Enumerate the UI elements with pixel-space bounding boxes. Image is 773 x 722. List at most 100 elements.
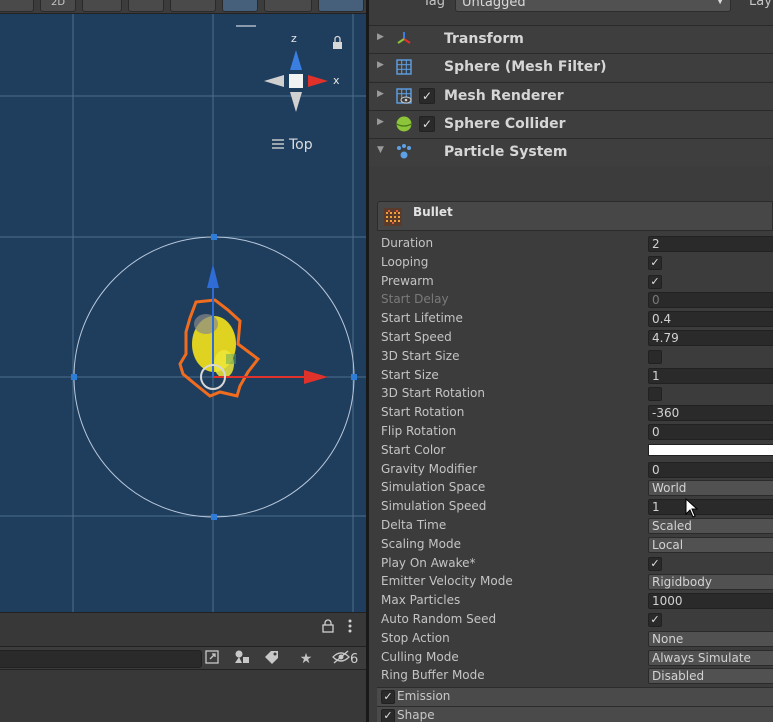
particle-smoke — [194, 314, 218, 334]
duration-field[interactable]: 2 — [648, 236, 773, 252]
y-axis-arrow-head[interactable] — [207, 264, 219, 288]
collider-handle-bottom[interactable] — [211, 514, 217, 520]
play-on-awake-checkbox[interactable]: ✓ — [648, 556, 662, 571]
looping-checkbox[interactable]: ✓ — [648, 255, 662, 270]
property-label: Stop Action — [381, 630, 450, 645]
scaling-mode-dropdown[interactable]: Local — [648, 536, 773, 553]
tag-dropdown[interactable]: Untagged ▼ — [455, 0, 731, 12]
flip-rotation-field[interactable]: 0 — [648, 424, 773, 440]
scene-visibility-button[interactable] — [222, 0, 258, 12]
component-mesh-renderer[interactable]: ▶ ✓ Mesh Renderer — [369, 82, 773, 110]
collider-handle-left[interactable] — [71, 374, 77, 380]
hamburger-icon[interactable] — [272, 139, 284, 149]
property-row-auto-random-seed: Auto Random Seed ✓ — [369, 611, 773, 630]
chevron-down-icon: ▼ — [716, 0, 724, 6]
property-label: Culling Mode — [381, 649, 459, 664]
dropdown-value: Local — [652, 537, 684, 552]
gizmo-neg-x-axis[interactable] — [264, 75, 284, 87]
ring-buffer-mode-dropdown[interactable]: Disabled — [648, 668, 773, 685]
effects-dropdown-button[interactable] — [170, 0, 216, 12]
scene-view: 2D z x Top ★ 6 — [0, 0, 368, 722]
hierarchy-search-bar: ★ 6 — [0, 646, 368, 670]
property-row-ring-buffer-mode: Ring Buffer Mode Disabled — [369, 667, 773, 686]
visibility-hidden-icon[interactable] — [330, 650, 352, 668]
property-label: Flip Rotation — [381, 424, 457, 438]
stop-action-dropdown[interactable]: None — [648, 630, 773, 647]
audio-toggle-button[interactable] — [128, 0, 164, 12]
module-enabled-checkbox[interactable]: ✓ — [381, 709, 395, 722]
gravity-modifier-field[interactable]: 0 — [648, 461, 773, 478]
property-label: Delta Time — [381, 518, 447, 532]
component-title: Mesh Renderer — [444, 88, 564, 104]
gizmo-z-axis[interactable] — [290, 50, 302, 70]
lock-icon[interactable] — [318, 619, 338, 637]
chevron-right-icon[interactable]: ▶ — [377, 60, 384, 70]
3d-start-rotation-checkbox[interactable] — [648, 387, 662, 402]
tag-icon[interactable] — [262, 650, 282, 668]
start-speed-field[interactable]: 4.79 — [648, 330, 773, 346]
scene-viewport[interactable]: z x Top — [0, 14, 368, 612]
start-size-field[interactable]: 1 — [648, 367, 773, 384]
layer-label: Lay — [749, 0, 772, 9]
star-icon[interactable]: ★ — [296, 650, 316, 668]
property-row-looping: Looping ✓ — [369, 254, 773, 273]
property-label: Start Delay — [381, 292, 449, 307]
hierarchy-panel: ★ 6 — [0, 612, 368, 722]
module-shape[interactable]: ✓ Shape — [377, 706, 773, 722]
collider-handle-right[interactable] — [351, 374, 357, 380]
component-sphere-collider[interactable]: ▶ ✓ Sphere Collider — [369, 110, 773, 138]
lock-icon[interactable] — [333, 35, 342, 50]
plane-handle[interactable] — [226, 354, 236, 364]
start-color-swatch[interactable] — [648, 443, 773, 456]
3d-start-size-checkbox[interactable] — [648, 349, 662, 364]
shading-mode-button[interactable] — [0, 0, 34, 12]
open-window-icon[interactable] — [202, 650, 222, 668]
component-enabled-checkbox[interactable]: ✓ — [419, 88, 435, 104]
property-label: 3D Start Size — [381, 348, 460, 363]
component-title: Sphere (Mesh Filter) — [444, 59, 607, 75]
simulation-space-dropdown[interactable]: World — [648, 480, 773, 497]
max-particles-field[interactable]: 1000 — [648, 593, 773, 610]
chevron-down-icon[interactable]: ▼ — [377, 145, 384, 155]
particle-system-icon — [395, 143, 413, 161]
component-particle-system[interactable]: ▼ Particle System — [369, 138, 773, 166]
particle-system-header[interactable]: Bullet — [377, 201, 773, 231]
lighting-toggle-button[interactable] — [82, 0, 122, 12]
gizmo-center-cube[interactable] — [289, 74, 303, 88]
culling-mode-dropdown[interactable]: Always Simulate — [648, 649, 773, 666]
gizmo-neg-z-axis[interactable] — [290, 92, 302, 112]
delta-time-dropdown[interactable]: Scaled — [648, 518, 773, 534]
component-sphere-mesh-filter[interactable]: ▶ Sphere (Mesh Filter) — [369, 53, 773, 81]
mode-2d-button[interactable]: 2D — [40, 0, 76, 12]
chevron-right-icon[interactable]: ▶ — [377, 32, 384, 42]
mesh-renderer-icon — [395, 87, 413, 105]
filter-type-icon[interactable] — [232, 650, 252, 668]
gizmo-x-axis[interactable] — [308, 75, 328, 87]
gizmos-button[interactable] — [318, 0, 364, 12]
module-enabled-checkbox[interactable]: ✓ — [381, 690, 395, 704]
chevron-right-icon[interactable]: ▶ — [377, 117, 384, 127]
view-label[interactable]: Top — [288, 137, 313, 153]
component-title: Particle System — [444, 144, 568, 160]
auto-random-seed-checkbox[interactable]: ✓ — [648, 613, 662, 627]
x-axis-arrow-head[interactable] — [304, 370, 328, 384]
dropdown-value: World — [652, 481, 687, 496]
property-row-3d-start-rotation: 3D Start Rotation — [369, 385, 773, 404]
property-label: Looping — [381, 254, 429, 269]
start-lifetime-field[interactable]: 0.4 — [648, 311, 773, 328]
kebab-icon[interactable] — [340, 619, 360, 637]
start-rotation-field[interactable]: -360 — [648, 405, 773, 422]
component-transform[interactable]: ▶ Transform — [369, 25, 773, 53]
collider-handle-top[interactable] — [211, 234, 217, 240]
chevron-right-icon[interactable]: ▶ — [377, 89, 384, 99]
property-row-delta-time: Delta Time Scaled — [369, 517, 773, 536]
emitter-velocity-mode-dropdown[interactable]: Rigidbody — [648, 574, 773, 591]
component-enabled-checkbox[interactable]: ✓ — [419, 116, 435, 132]
particle-grid-icon — [384, 208, 402, 226]
prewarm-checkbox[interactable]: ✓ — [648, 274, 662, 289]
module-emission[interactable]: ✓ Emission — [377, 687, 773, 706]
camera-settings-button[interactable] — [264, 0, 312, 12]
gizmo-z-label: z — [291, 32, 297, 45]
hierarchy-search-input[interactable] — [0, 650, 202, 668]
simulation-speed-field[interactable]: 1 — [648, 499, 773, 516]
